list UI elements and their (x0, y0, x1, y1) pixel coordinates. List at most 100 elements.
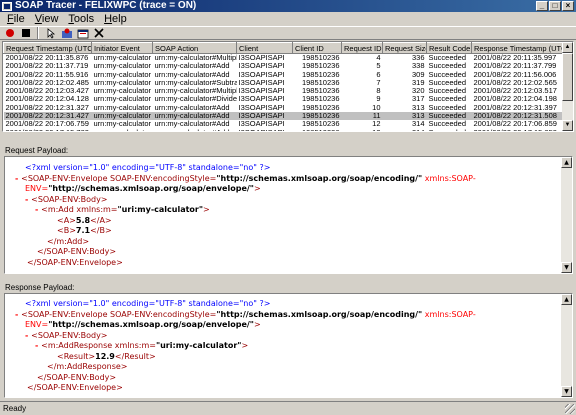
table-cell: 9 (376, 95, 381, 104)
table-row[interactable]: 2001/08/22 20:11:55.916 urn:my-calculator… (4, 71, 564, 79)
scroll-down-button[interactable]: ▼ (561, 386, 572, 397)
table-row[interactable]: 2001/08/22 20:11:37.719 urn:my-calculator… (4, 62, 564, 70)
maximize-button[interactable]: □ (549, 1, 561, 11)
splitter-top[interactable] (0, 132, 576, 135)
table-cell: 2001/08/22 20:11:37.799 (473, 62, 557, 71)
scroll-down-button[interactable]: ▼ (562, 120, 573, 131)
table-cell: I3SOAPISAPI (236, 112, 293, 121)
table-cell: Succeeded (428, 62, 467, 71)
column-header[interactable]: Response Timestamp (UTC) (471, 42, 563, 54)
record-icon[interactable] (3, 27, 16, 39)
table-cell: 12 (372, 120, 381, 129)
table-cell: 198510236 (301, 62, 340, 71)
scroll-up-button[interactable]: ▲ (562, 42, 573, 53)
response-scrollbar[interactable]: ▲ ▼ (561, 294, 572, 397)
clear-icon[interactable] (92, 27, 105, 39)
request-payload-pane[interactable]: <?xml version="1.0" encoding="UTF-8" sta… (4, 156, 573, 274)
splitter-bottom[interactable] (0, 276, 576, 279)
column-header[interactable]: Request ID (341, 42, 383, 54)
minimize-button[interactable]: _ (536, 1, 548, 11)
table-row[interactable]: 2001/08/22 20:12:04.128 urn:my-calculator… (4, 95, 564, 103)
close-button[interactable]: × (562, 1, 574, 11)
select-icon[interactable] (44, 27, 57, 39)
table-cell: 13 (342, 129, 383, 131)
table-cell: urn:my-calculator#Add (154, 103, 230, 112)
table-cell: urn:my-calculator#Add (154, 62, 230, 71)
app-icon (2, 1, 12, 11)
table-row[interactable]: 2001/08/22 20:12:03.427 urn:my-calculator… (4, 87, 564, 95)
table-cell: urn:my-calculator (93, 78, 152, 87)
scroll-down-button[interactable]: ▼ (561, 262, 572, 273)
table-scrollbar[interactable]: ▲ ▼ (562, 42, 573, 131)
xml-line: - <SOAP-ENV:Envelope SOAP-ENV:encodingSt… (15, 309, 476, 319)
table-cell: I3SOAPISAPI (238, 62, 285, 71)
table-row[interactable]: 2001/08/22 20:12:31.427 urn:my-calculator… (3, 112, 563, 121)
xml-line: <Result>12.9</Result> (57, 351, 156, 361)
table-cell: 2001/08/22 20:17:06.859 (473, 120, 557, 129)
table-cell: 338 (411, 62, 425, 71)
column-header[interactable]: Request Timestamp (UTC) (3, 42, 92, 54)
table-cell: 2001/08/22 20:12:31.508 (471, 112, 563, 121)
response-payload-pane[interactable]: <?xml version="1.0" encoding="UTF-8" sta… (4, 293, 573, 398)
filter-icon[interactable] (60, 27, 73, 39)
request-scrollbar[interactable]: ▲ ▼ (561, 157, 572, 273)
table-row[interactable]: 2001/08/22 20:12:02.485 urn:my-calculator… (4, 79, 564, 87)
table-row[interactable]: 2001/08/22 20:17:15.782urn:my-calculator… (4, 129, 564, 131)
xml-line: </SOAP-ENV:Envelope> (27, 257, 123, 267)
scroll-up-button[interactable]: ▲ (561, 157, 572, 168)
request-payload-label: Request Payload: (5, 146, 69, 155)
table-cell: 198510236 (301, 95, 340, 104)
xml-line: <A>5.8</A> (57, 215, 112, 225)
table-cell: 2001/08/22 20:12:31.427 (3, 112, 92, 121)
column-header[interactable]: SOAP Action (152, 42, 237, 54)
trace-table[interactable]: Request Timestamp (UTC) Initiator Event SO… (2, 41, 574, 132)
table-cell: 2001/08/22 20:12:02.565 (473, 78, 557, 87)
table-cell: Succeeded (426, 112, 472, 121)
menu-view[interactable]: View (30, 12, 64, 26)
table-cell: urn:my-calculator (93, 62, 152, 71)
column-header[interactable]: Client ID (292, 42, 342, 54)
table-row[interactable]: 2001/08/22 20:12:31.327 urn:my-calculator… (4, 104, 564, 112)
table-cell: I3SOAPISAPI (238, 53, 285, 62)
table-row[interactable]: 2001/08/22 20:17:06.759 urn:my-calculator… (4, 120, 564, 128)
table-cell: urn:my-calculator#Multiply (154, 53, 237, 62)
table-cell: urn:my-calculator (93, 120, 152, 129)
table-cell: 11 (341, 112, 383, 121)
table-cell: urn:my-calculator#Add (154, 70, 230, 79)
status-text: Ready (3, 404, 27, 413)
table-cell: I3SOAPISAPI (238, 95, 285, 104)
table-cell: 2001/08/22 20:11:37.719 (5, 62, 89, 71)
table-cell: I3SOAPISAPI (238, 103, 285, 112)
response-payload-label: Response Payload: (5, 283, 75, 292)
table-cell: I3SOAPISAPI (237, 129, 293, 131)
refresh-icon[interactable] (76, 27, 89, 39)
table-cell: 319 (411, 78, 425, 87)
table-cell: 313 (411, 103, 425, 112)
status-bar: Ready (0, 401, 576, 415)
menu-tools[interactable]: Tools (63, 12, 99, 26)
column-header[interactable]: Client (236, 42, 293, 54)
table-cell: urn:my-calculator (91, 112, 153, 121)
table-cell: 2001/08/22 20:12:03.517 (473, 87, 557, 96)
resize-grip-icon[interactable] (565, 404, 575, 414)
column-header[interactable]: Initiator Event (91, 42, 153, 54)
toolbar (0, 26, 576, 40)
column-header[interactable]: Result Code (426, 42, 472, 54)
menu-help[interactable]: Help (99, 12, 132, 26)
title-bar[interactable]: SOAP Tracer - FELIXWPC (trace = ON) _ □ … (0, 0, 576, 12)
scroll-up-button[interactable]: ▲ (561, 294, 572, 305)
column-header[interactable]: Request Size (382, 42, 427, 54)
table-cell: 7 (376, 78, 381, 87)
xml-line: </SOAP-ENV:Envelope> (27, 383, 123, 392)
table-cell: urn:my-calculator#Multiply (154, 87, 237, 96)
table-cell: 198510236 (301, 120, 340, 129)
stop-icon[interactable] (19, 27, 32, 39)
xml-line: - <SOAP-ENV:Body> (25, 330, 108, 340)
menu-file[interactable]: File (2, 12, 30, 26)
scroll-thumb[interactable] (562, 53, 573, 101)
table-row[interactable]: 2001/08/22 20:11:35.876 urn:my-calculator… (4, 54, 564, 63)
table-cell: 2001/08/22 20:12:03.427 (5, 87, 89, 96)
table-cell: 2001/08/22 20:12:04.198 (473, 95, 557, 104)
xml-line: - <m:AddResponse xmlns:m="uri:my-calcula… (35, 341, 249, 350)
table-cell: 198510236 (292, 112, 342, 121)
